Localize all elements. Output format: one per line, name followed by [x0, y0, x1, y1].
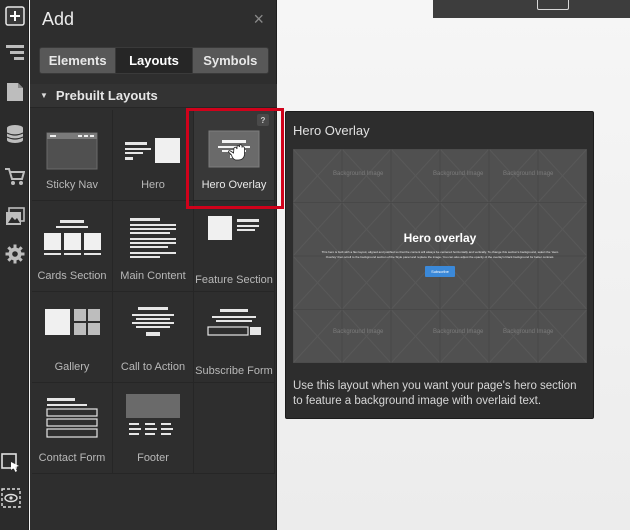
placeholder-tile-text: Background Image [433, 171, 484, 177]
add-panel: Add × Elements Layouts Symbols ▼ Prebuil… [30, 0, 277, 530]
layout-label: Feature Section [195, 274, 273, 286]
layout-main-content[interactable]: Main Content [113, 201, 194, 292]
layout-label: Main Content [120, 270, 186, 282]
caret-down-icon: ▼ [40, 91, 48, 100]
feature-section-thumbnail [208, 216, 259, 240]
tab-elements[interactable]: Elements [40, 48, 116, 73]
subscribe-form-thumbnail [207, 309, 261, 336]
ecommerce-button[interactable] [0, 162, 29, 190]
layout-subscribe-form[interactable]: Subscribe Form [194, 292, 275, 383]
layout-footer[interactable]: Footer [113, 383, 194, 474]
preview-eye-icon [1, 488, 21, 508]
cart-icon [4, 168, 25, 185]
call-to-action-thumbnail [132, 307, 174, 336]
assets-button[interactable] [0, 202, 29, 230]
layout-label: Sticky Nav [46, 179, 98, 191]
layout-call-to-action[interactable]: Call to Action [113, 292, 194, 383]
placeholder-tile-text: Background Image [503, 329, 554, 335]
close-icon[interactable]: × [253, 9, 264, 30]
help-icon[interactable]: ? [257, 114, 269, 126]
canvas-frame-outline [537, 0, 569, 10]
placeholder-tile-text: Background Image [333, 329, 384, 335]
select-element-button[interactable] [0, 452, 22, 474]
preview-image: Background Image Background Image Backgr… [293, 149, 587, 363]
placeholder-tile-text: Background Image [503, 171, 554, 177]
layout-gallery[interactable]: Gallery [32, 292, 113, 383]
navigator-button[interactable] [0, 38, 29, 66]
empty-grid-cell [194, 383, 275, 474]
layout-label: Hero Overlay [201, 179, 267, 191]
preview-title: Hero Overlay [293, 123, 370, 138]
panel-tabs: Elements Layouts Symbols [39, 47, 269, 74]
prebuilt-layouts-header[interactable]: ▼ Prebuilt Layouts [30, 84, 277, 108]
overlay-body-text: This hero is built with a flex layout, a… [321, 250, 559, 259]
layout-cards-section[interactable]: Cards Section [32, 201, 113, 292]
hero-overlay-content: Hero overlay This hero is built with a f… [293, 231, 587, 278]
navigator-icon [5, 45, 24, 60]
layout-label: Hero [141, 179, 165, 191]
page-icon [6, 83, 23, 101]
layout-label: Contact Form [38, 452, 106, 464]
placeholder-tile-text: Background Image [333, 171, 384, 177]
panel-title: Add [42, 8, 75, 29]
sticky-nav-thumbnail [46, 132, 98, 170]
preview-toggle-button[interactable] [0, 487, 22, 509]
canvas-top-bar [433, 0, 630, 18]
layout-hero-overlay[interactable]: ? Hero Overlay [194, 110, 275, 201]
tab-layouts[interactable]: Layouts [115, 48, 192, 73]
pages-button[interactable] [0, 78, 29, 106]
layout-label: Gallery [54, 361, 90, 373]
cursor-select-icon [1, 453, 19, 472]
plus-icon [4, 6, 25, 26]
overlay-heading: Hero overlay [403, 231, 477, 245]
layout-feature-section[interactable]: Feature Section [194, 201, 275, 292]
main-content-thumbnail [130, 218, 176, 258]
preview-description: Use this layout when you want your page'… [293, 380, 577, 407]
layout-label: Call to Action [120, 361, 186, 373]
contact-form-thumbnail [46, 398, 98, 438]
database-icon [6, 125, 23, 143]
hero-overlay-thumbnail [208, 130, 260, 168]
left-toolbar [0, 0, 29, 530]
panel-header: Add × [30, 0, 276, 38]
layout-label: Cards Section [37, 270, 107, 282]
section-title: Prebuilt Layouts [55, 88, 158, 103]
layout-preview-popover: Hero Overlay Background Image Background… [285, 111, 594, 419]
layout-contact-form[interactable]: Contact Form [32, 383, 113, 474]
cards-section-thumbnail [44, 220, 101, 255]
footer-thumbnail [126, 394, 180, 435]
layout-hero[interactable]: Hero [113, 110, 194, 201]
layouts-grid: Sticky Nav Hero ? Hero Overlay Cards Sec… [32, 110, 275, 474]
layout-label: Footer [137, 452, 169, 464]
layout-sticky-nav[interactable]: Sticky Nav [32, 110, 113, 201]
layout-label: Subscribe Form [195, 365, 273, 377]
tab-symbols[interactable]: Symbols [191, 48, 268, 73]
images-icon [5, 207, 25, 225]
gallery-thumbnail [45, 309, 100, 335]
cms-button[interactable] [0, 120, 29, 148]
placeholder-tile-text: Background Image [433, 329, 484, 335]
settings-button[interactable] [0, 240, 29, 268]
hero-thumbnail [125, 138, 180, 163]
gear-icon [5, 244, 24, 264]
overlay-subscribe-button: Subscribe [425, 266, 455, 277]
add-panel-button[interactable] [0, 2, 29, 30]
